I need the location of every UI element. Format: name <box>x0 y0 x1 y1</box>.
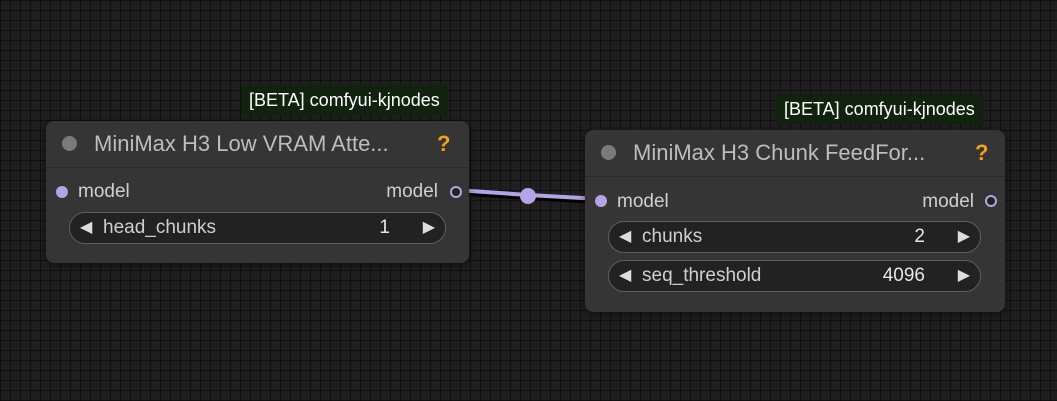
decrement-arrow-icon[interactable]: ◀ <box>619 222 631 251</box>
node-chunk-feedforward[interactable]: MiniMax H3 Chunk FeedFor... ? model mode… <box>585 130 1005 312</box>
widget-head-chunks[interactable]: ◀ head_chunks 1 ▶ <box>69 212 446 244</box>
decrement-arrow-icon[interactable]: ◀ <box>80 213 92 242</box>
widget-label: chunks <box>642 226 703 247</box>
input-label-model: model <box>78 181 130 202</box>
link-midpoint <box>520 188 536 204</box>
widget-seq-threshold[interactable]: ◀ seq_threshold 4096 ▶ <box>608 260 981 292</box>
increment-arrow-icon[interactable]: ▶ <box>958 261 970 290</box>
help-icon[interactable]: ? <box>437 121 450 167</box>
output-label-model: model <box>922 191 974 212</box>
widget-value[interactable]: 2 <box>914 222 925 251</box>
decrement-arrow-icon[interactable]: ◀ <box>619 261 631 290</box>
output-slot-model-icon[interactable] <box>985 195 997 207</box>
node-header[interactable]: MiniMax H3 Low VRAM Atte... ? <box>46 121 469 168</box>
node-source-badge: [BETA] comfyui-kjnodes <box>241 85 448 115</box>
widget-chunks[interactable]: ◀ chunks 2 ▶ <box>608 221 981 253</box>
node-header[interactable]: MiniMax H3 Chunk FeedFor... ? <box>585 130 1005 177</box>
widget-value[interactable]: 1 <box>379 213 390 242</box>
input-slot-model-icon[interactable] <box>56 186 68 198</box>
collapse-dot-icon[interactable] <box>601 145 616 160</box>
help-icon[interactable]: ? <box>975 130 988 176</box>
output-label-model: model <box>386 181 438 202</box>
output-slot-model-icon[interactable] <box>450 186 462 198</box>
node-title: MiniMax H3 Low VRAM Atte... <box>94 131 389 156</box>
node-source-badge: [BETA] comfyui-kjnodes <box>776 94 983 124</box>
increment-arrow-icon[interactable]: ▶ <box>958 222 970 251</box>
widget-label: seq_threshold <box>642 265 762 286</box>
widget-label: head_chunks <box>103 217 217 238</box>
input-label-model: model <box>617 191 669 212</box>
node-title: MiniMax H3 Chunk FeedFor... <box>633 140 926 165</box>
node-low-vram-attention[interactable]: MiniMax H3 Low VRAM Atte... ? model mode… <box>46 121 469 263</box>
collapse-dot-icon[interactable] <box>62 136 77 151</box>
widget-value[interactable]: 4096 <box>883 261 925 290</box>
increment-arrow-icon[interactable]: ▶ <box>423 213 435 242</box>
input-slot-model-icon[interactable] <box>595 195 607 207</box>
